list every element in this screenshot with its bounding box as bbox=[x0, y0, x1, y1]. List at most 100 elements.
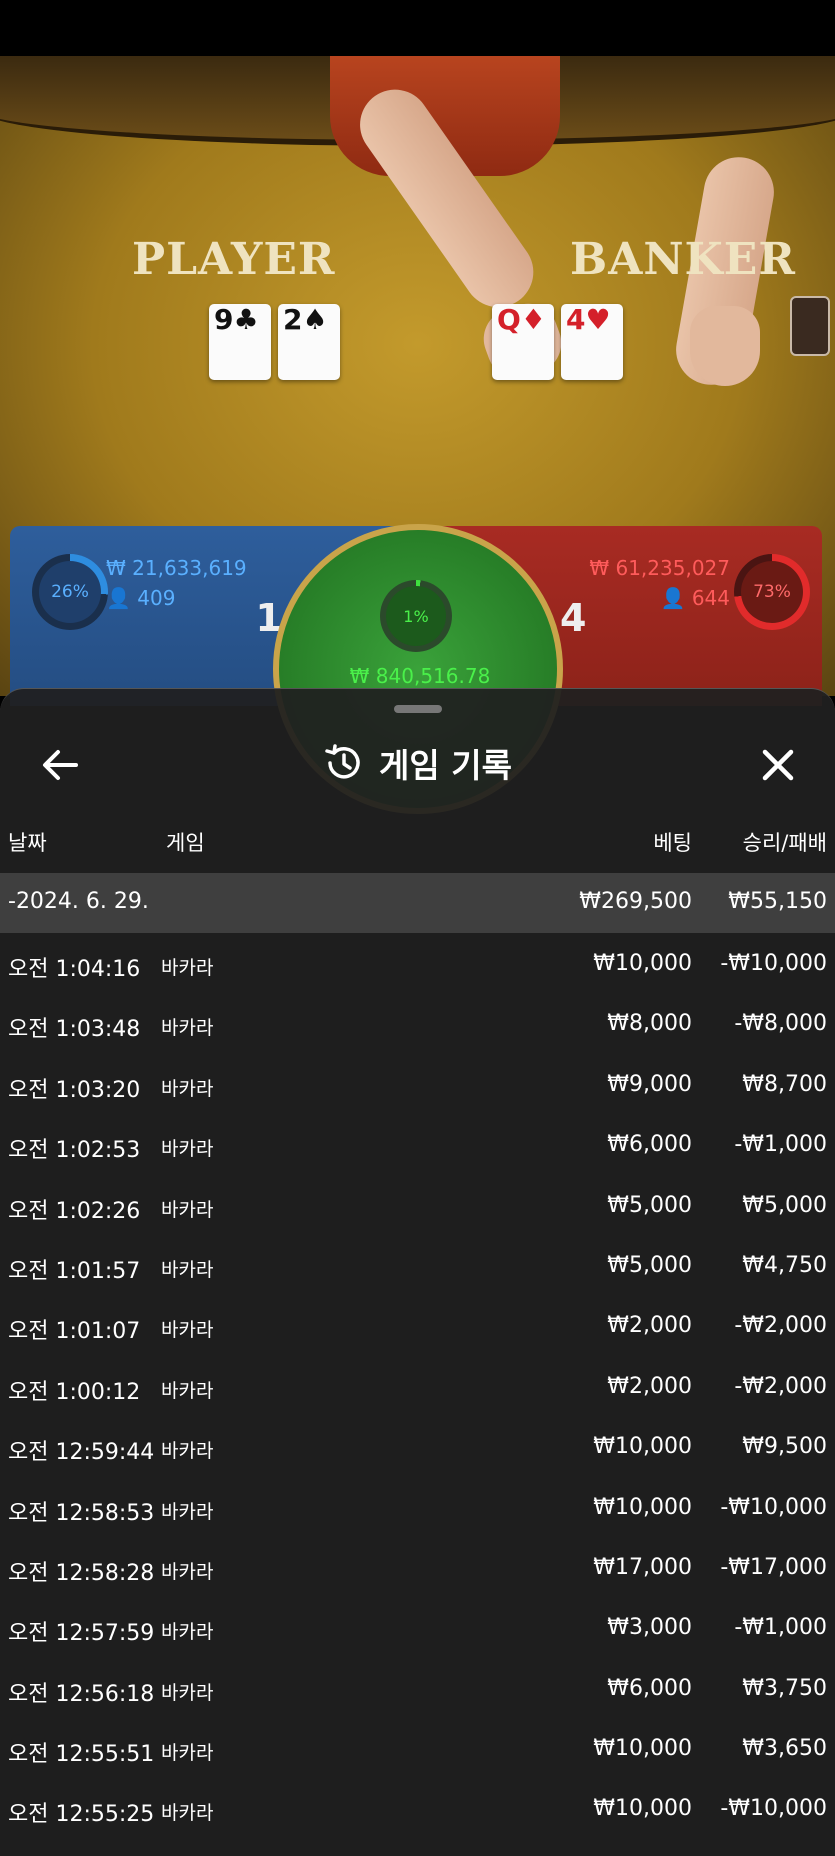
row-game: 바카라 bbox=[161, 1802, 214, 1825]
row-bet: ₩17,000 bbox=[593, 1554, 692, 1580]
row-game: 바카라 bbox=[161, 1017, 214, 1040]
history-row[interactable]: 오전 1:01:07 바카라 ₩2,000 -₩2,000 bbox=[0, 1295, 835, 1355]
row-result: -₩10,000 bbox=[720, 951, 827, 976]
player-percent-ring: 26% bbox=[32, 554, 108, 630]
user-icon: 👤 bbox=[660, 586, 686, 610]
banker-count-value: 644 bbox=[691, 586, 730, 610]
row-game: 바카라 bbox=[161, 1681, 214, 1704]
card-suit: ♠ bbox=[302, 303, 328, 336]
player-bettor-count: 👤 409 bbox=[106, 586, 175, 610]
row-date: 오전 1:02:53 bbox=[8, 1138, 141, 1164]
row-date: 오전 12:59:44 bbox=[8, 1440, 155, 1466]
row-result: -₩8,000 bbox=[734, 1011, 827, 1037]
row-game: 바카라 bbox=[161, 957, 214, 979]
row-date: 오전 1:03:20 bbox=[8, 1077, 141, 1103]
player-percent: 26% bbox=[39, 561, 101, 623]
card-rank: 2 bbox=[283, 303, 303, 336]
row-game: 바카라 bbox=[161, 1560, 214, 1583]
row-date: 오전 12:58:53 bbox=[8, 1500, 155, 1526]
history-row[interactable]: 오전 1:02:53 바카라 ₩6,000 -₩1,000 bbox=[0, 1114, 835, 1174]
history-row[interactable]: 오전 12:55:25 바카라 ₩10,000 -₩10,000 bbox=[0, 1778, 835, 1838]
history-row[interactable]: 오전 12:59:44 바카라 ₩10,000 ₩9,500 bbox=[0, 1416, 835, 1476]
tie-bet-amount: ₩ 840,516.78 bbox=[349, 664, 491, 688]
row-date: 오전 1:03:48 bbox=[8, 1017, 141, 1043]
row-bet: ₩10,000 bbox=[593, 1796, 692, 1822]
row-date: 오전 12:55:25 bbox=[8, 1802, 155, 1828]
history-row[interactable]: 오전 1:01:57 바카라 ₩5,000 ₩4,750 bbox=[0, 1235, 835, 1295]
user-icon: 👤 bbox=[106, 586, 131, 610]
row-bet: ₩6,000 bbox=[607, 1132, 692, 1158]
row-result: ₩5,000 bbox=[742, 1192, 827, 1218]
history-row[interactable]: 오전 1:00:12 바카라 ₩2,000 -₩2,000 bbox=[0, 1356, 835, 1416]
row-result: -₩2,000 bbox=[734, 1313, 827, 1339]
row-bet: ₩6,000 bbox=[607, 1675, 692, 1701]
row-bet: ₩8,000 bbox=[607, 1011, 692, 1037]
history-row[interactable]: 오전 12:55:51 바카라 ₩10,000 ₩3,650 bbox=[0, 1718, 835, 1778]
banker-bet-amount: ₩ 61,235,027 bbox=[589, 556, 730, 580]
column-header-bet: 베팅 bbox=[653, 831, 692, 855]
row-result: -₩1,000 bbox=[734, 1132, 827, 1158]
row-date: 오전 1:01:57 bbox=[8, 1258, 141, 1284]
history-row[interactable]: 오전 12:58:28 바카라 ₩17,000 -₩17,000 bbox=[0, 1537, 835, 1597]
row-game: 바카라 bbox=[161, 1077, 214, 1100]
column-header-result: 승리/패배 bbox=[742, 831, 827, 855]
row-bet: ₩9,000 bbox=[607, 1071, 692, 1097]
banker-card: 4♥ bbox=[561, 304, 623, 380]
player-card: 2♠ bbox=[278, 304, 340, 380]
row-date: 오전 1:00:12 bbox=[8, 1379, 141, 1405]
banker-percent: 73% bbox=[741, 561, 803, 623]
history-row[interactable]: 오전 12:58:53 바카라 ₩10,000 -₩10,000 bbox=[0, 1477, 835, 1537]
history-row[interactable]: 오전 12:57:59 바카라 ₩3,000 -₩1,000 bbox=[0, 1597, 835, 1657]
column-header-date: 날짜 bbox=[8, 831, 47, 855]
card-suit: ♦ bbox=[520, 303, 546, 336]
sheet-header: 게임 기록 bbox=[0, 739, 835, 787]
history-row[interactable]: 오전 1:04:16 바카라 ₩10,000 -₩10,000 bbox=[0, 933, 835, 993]
summary-date: -2024. 6. 29. bbox=[8, 889, 149, 914]
history-icon bbox=[325, 744, 360, 779]
status-bar bbox=[0, 0, 835, 56]
summary-result: ₩55,150 bbox=[728, 889, 827, 914]
row-game: 바카라 bbox=[161, 1258, 214, 1281]
date-summary-row[interactable]: -2024. 6. 29. ₩269,500 ₩55,150 bbox=[0, 873, 835, 933]
tie-percent: 1% bbox=[386, 586, 446, 646]
banker-bettor-count: 👤 644 bbox=[661, 586, 730, 610]
row-bet: ₩2,000 bbox=[607, 1373, 692, 1399]
card-rank: 4 bbox=[566, 303, 586, 336]
row-bet: ₩3,000 bbox=[607, 1615, 692, 1641]
row-bet: ₩10,000 bbox=[593, 951, 692, 976]
banker-table-label: BANKER bbox=[570, 234, 796, 285]
banker-percent-ring: 73% bbox=[734, 554, 810, 630]
row-bet: ₩2,000 bbox=[607, 1313, 692, 1339]
summary-bet: ₩269,500 bbox=[579, 889, 692, 914]
row-date: 오전 1:04:16 bbox=[8, 957, 141, 982]
player-bet-amount: ₩ 21,633,619 bbox=[106, 556, 247, 580]
row-game: 바카라 bbox=[161, 1319, 214, 1342]
row-date: 오전 12:56:18 bbox=[8, 1681, 155, 1707]
sheet-drag-handle[interactable] bbox=[394, 705, 442, 713]
row-date: 오전 1:01:07 bbox=[8, 1319, 141, 1345]
row-result: -₩10,000 bbox=[720, 1796, 827, 1822]
close-icon[interactable] bbox=[754, 741, 802, 789]
player-card: 9♣ bbox=[209, 304, 271, 380]
row-result: -₩17,000 bbox=[720, 1554, 827, 1580]
player-table-label: PLAYER bbox=[132, 234, 336, 285]
history-row[interactable]: 오전 1:03:48 바카라 ₩8,000 -₩8,000 bbox=[0, 993, 835, 1053]
card-suit: ♣ bbox=[233, 303, 259, 336]
row-bet: ₩5,000 bbox=[607, 1192, 692, 1218]
row-date: 오전 12:55:51 bbox=[8, 1742, 155, 1768]
row-game: 바카라 bbox=[161, 1500, 214, 1523]
tie-percent-ring: 1% bbox=[380, 580, 452, 652]
history-row[interactable]: 오전 1:03:20 바카라 ₩9,000 ₩8,700 bbox=[0, 1054, 835, 1114]
row-result: ₩8,700 bbox=[742, 1071, 827, 1097]
row-bet: ₩10,000 bbox=[593, 1434, 692, 1460]
row-date: 오전 1:02:26 bbox=[8, 1198, 141, 1224]
row-result: ₩9,500 bbox=[742, 1434, 827, 1460]
row-date: 오전 12:57:59 bbox=[8, 1621, 155, 1647]
row-result: ₩3,750 bbox=[742, 1675, 827, 1701]
row-game: 바카라 bbox=[161, 1379, 214, 1402]
history-row[interactable]: 오전 12:56:18 바카라 ₩6,000 ₩3,750 bbox=[0, 1658, 835, 1718]
card-rank: Q bbox=[497, 303, 521, 336]
player-count-value: 409 bbox=[137, 586, 176, 610]
row-bet: ₩10,000 bbox=[593, 1736, 692, 1762]
history-row[interactable]: 오전 1:02:26 바카라 ₩5,000 ₩5,000 bbox=[0, 1175, 835, 1235]
